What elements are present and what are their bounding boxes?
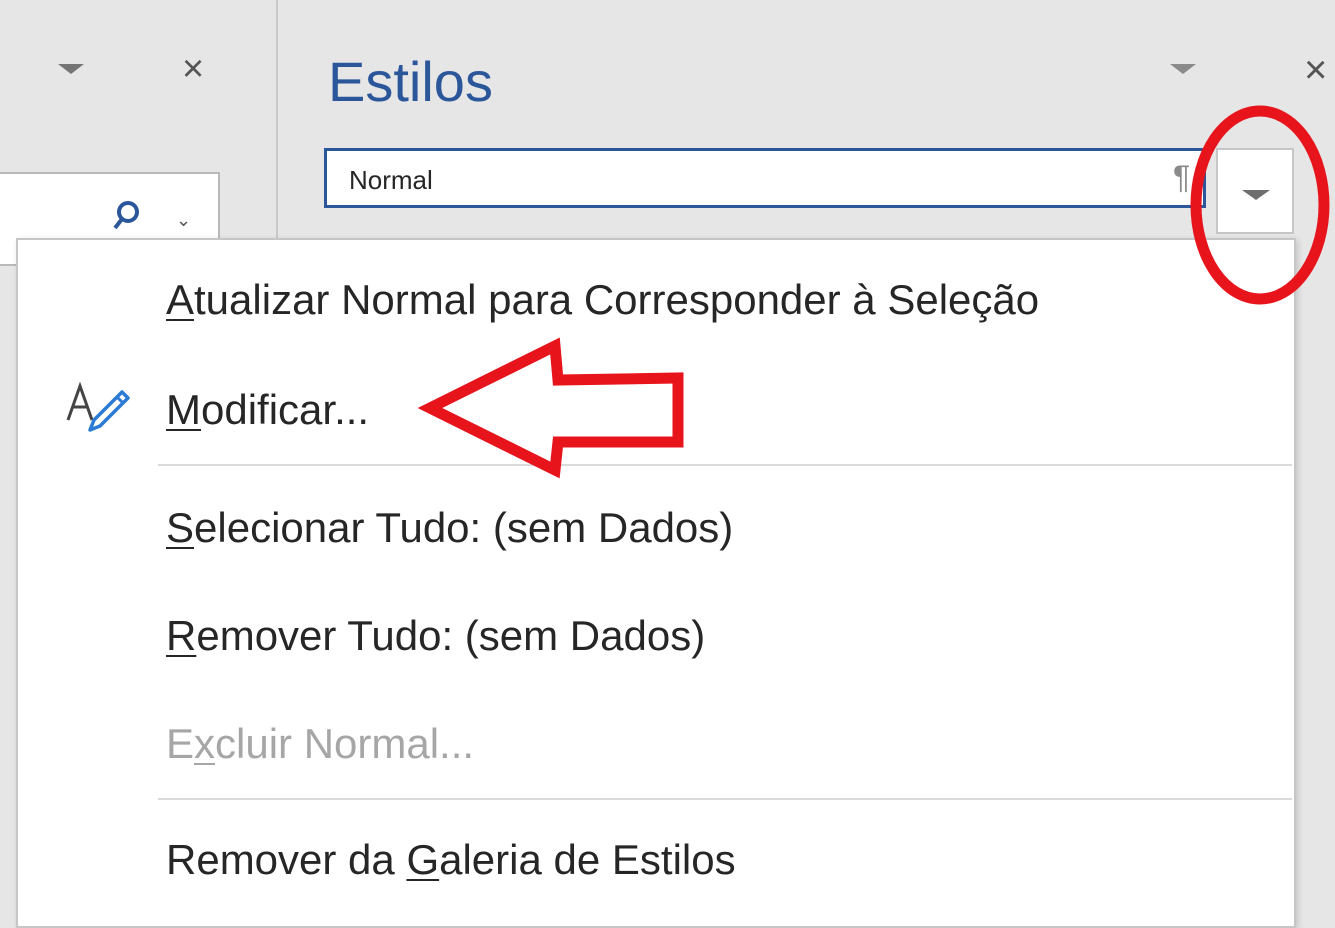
modify-style-icon <box>66 381 130 432</box>
current-style-value: Normal <box>349 165 433 195</box>
style-selector[interactable]: Normal ¶ <box>324 148 1206 208</box>
menu-item-select-all[interactable]: Selecionar Tudo: (sem Dados) <box>166 502 733 554</box>
search-icon[interactable] <box>112 198 148 234</box>
menu-item-remove-from-gallery[interactable]: Remover da Galeria de Estilos <box>166 834 736 886</box>
style-dropdown-button[interactable] <box>1216 148 1294 234</box>
paragraph-mark-icon: ¶ <box>1173 159 1191 195</box>
pane-options-dropdown-icon[interactable] <box>1170 64 1196 74</box>
pane-title: Estilos <box>328 50 493 113</box>
menu-item-delete-normal[interactable]: Excluir Normal... <box>166 718 474 770</box>
menu-separator <box>158 464 1292 466</box>
menu-item-update-normal[interactable]: Atualizar Normal para Corresponder à Sel… <box>166 274 1039 326</box>
chevron-down-icon[interactable]: ⌄ <box>176 210 191 231</box>
chevron-down-icon <box>1242 190 1270 200</box>
pane-options-dropdown-icon[interactable] <box>58 64 84 74</box>
menu-item-remove-all[interactable]: Remover Tudo: (sem Dados) <box>166 610 705 662</box>
menu-separator <box>158 798 1292 800</box>
close-icon[interactable]: × <box>182 50 204 88</box>
close-icon[interactable]: × <box>1304 50 1327 90</box>
style-context-menu: Atualizar Normal para Corresponder à Sel… <box>16 238 1296 928</box>
menu-item-modify[interactable]: Modificar... <box>166 384 369 436</box>
